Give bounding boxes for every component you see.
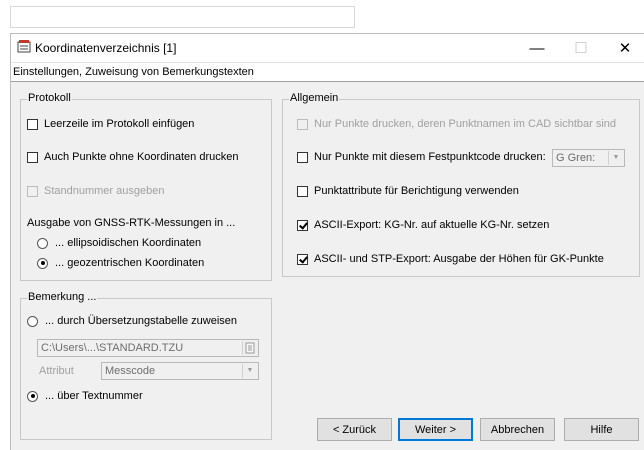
window-title: Koordinatenverzeichnis [1] — [35, 41, 177, 55]
textnummer-radio[interactable] — [27, 390, 38, 402]
punktattribute-label: Punktattribute für Berichtigung verwende… — [314, 185, 519, 197]
allgemein-legend: Allgemein — [289, 92, 340, 104]
subtitle-text: Einstellungen, Zuweisung von Bemerkungst… — [13, 66, 254, 78]
back-button[interactable]: < Zurück — [317, 418, 392, 441]
ascii-stp-row[interactable]: ASCII- und STP-Export: Ausgabe der Höhen… — [297, 253, 604, 265]
maximize-button: ☐ — [574, 40, 588, 57]
punktattribute-row[interactable]: Punktattribute für Berichtigung verwende… — [297, 185, 519, 197]
geozentrisch-radio[interactable] — [37, 257, 48, 269]
close-button[interactable]: ✕ — [605, 34, 644, 62]
ascii-kg-row[interactable]: ASCII-Export: KG-Nr. auf aktuelle KG-Nr.… — [297, 219, 549, 231]
attribut-row: Attribut — [39, 365, 74, 377]
bemerkung-group: Bemerkung ... ... durch Übersetzungstabe… — [20, 291, 272, 440]
festpunktcode-value: G Gren: — [556, 152, 596, 164]
nur-cad-row: Nur Punkte drucken, deren Punktnamen im … — [297, 118, 616, 130]
title-bar: Koordinatenverzeichnis [1] — ☐ ✕ — [11, 34, 644, 62]
punkte-ohne-koordinaten-label: Auch Punkte ohne Koordinaten drucken — [44, 151, 239, 163]
chevron-down-icon: ▼ — [242, 364, 257, 378]
geozentrisch-label: ... geozentrischen Koordinaten — [55, 257, 205, 269]
festpunktcode-label: Nur Punkte mit diesem Festpunktcode druc… — [314, 151, 546, 163]
subtitle-bar: Einstellungen, Zuweisung von Bemerkungst… — [11, 62, 644, 82]
geozentrisch-radio-row[interactable]: ... geozentrischen Koordinaten — [37, 257, 204, 269]
file-path-field: C:\Users\...\STANDARD.TZU — [37, 339, 259, 357]
punkte-ohne-koordinaten-row[interactable]: Auch Punkte ohne Koordinaten drucken — [27, 151, 238, 163]
protokoll-legend: Protokoll — [27, 92, 72, 104]
minimize-button[interactable]: — — [517, 34, 557, 62]
leerzeile-checkbox-row[interactable]: Leerzeile im Protokoll einfügen — [27, 118, 194, 130]
cancel-button[interactable]: Abbrechen — [480, 418, 555, 441]
festpunktcode-row[interactable]: Nur Punkte mit diesem Festpunktcode druc… — [297, 151, 546, 163]
app-icon — [17, 40, 31, 54]
ellipsoid-radio[interactable] — [37, 237, 48, 249]
protokoll-group: Protokoll Leerzeile im Protokoll einfüge… — [20, 92, 272, 281]
file-path-value: C:\Users\...\STANDARD.TZU — [41, 342, 184, 354]
file-browse-icon — [242, 341, 257, 355]
gnss-label-row: Ausgabe von GNSS-RTK-Messungen in ... — [27, 217, 235, 229]
ellipsoid-radio-row[interactable]: ... ellipsoidischen Koordinaten — [37, 237, 201, 249]
bemerkung-legend: Bemerkung ... — [27, 291, 98, 303]
help-button[interactable]: Hilfe — [564, 418, 639, 441]
next-button[interactable]: Weiter > — [398, 418, 473, 441]
leerzeile-checkbox[interactable] — [27, 118, 38, 130]
standnummer-row: Standnummer ausgeben — [27, 185, 164, 197]
ascii-stp-label: ASCII- und STP-Export: Ausgabe der Höhen… — [314, 253, 604, 265]
dialog-window: Koordinatenverzeichnis [1] — ☐ ✕ Einstel… — [10, 33, 644, 450]
festpunktcode-checkbox[interactable] — [297, 151, 308, 163]
attribut-value: Messcode — [105, 365, 156, 377]
nur-cad-checkbox — [297, 118, 308, 130]
leerzeile-label: Leerzeile im Protokoll einfügen — [44, 118, 195, 130]
uebersetzung-label: ... durch Übersetzungstabelle zuweisen — [45, 315, 237, 327]
gnss-label: Ausgabe von GNSS-RTK-Messungen in ... — [27, 217, 236, 229]
chevron-down-icon: ▼ — [608, 151, 623, 165]
ellipsoid-label: ... ellipsoidischen Koordinaten — [55, 237, 202, 249]
attribut-label: Attribut — [39, 365, 74, 377]
attribut-dropdown: Messcode ▼ — [101, 362, 259, 380]
standnummer-checkbox — [27, 185, 38, 197]
textnummer-radio-row[interactable]: ... über Textnummer — [27, 390, 143, 402]
ascii-kg-label: ASCII-Export: KG-Nr. auf aktuelle KG-Nr.… — [314, 219, 550, 231]
textnummer-label: ... über Textnummer — [45, 390, 143, 402]
punkte-ohne-koordinaten-checkbox[interactable] — [27, 151, 38, 163]
ascii-kg-checkbox[interactable] — [297, 219, 308, 231]
festpunktcode-dropdown: G Gren: ▼ — [552, 149, 625, 167]
punktattribute-checkbox[interactable] — [297, 185, 308, 197]
uebersetzung-radio-row[interactable]: ... durch Übersetzungstabelle zuweisen — [27, 315, 237, 327]
uebersetzung-radio[interactable] — [27, 315, 38, 327]
standnummer-label: Standnummer ausgeben — [44, 185, 165, 197]
allgemein-group: Allgemein Nur Punkte drucken, deren Punk… — [282, 92, 640, 277]
background-input-field — [10, 6, 355, 28]
ascii-stp-checkbox[interactable] — [297, 253, 308, 265]
nur-cad-label: Nur Punkte drucken, deren Punktnamen im … — [314, 118, 617, 130]
